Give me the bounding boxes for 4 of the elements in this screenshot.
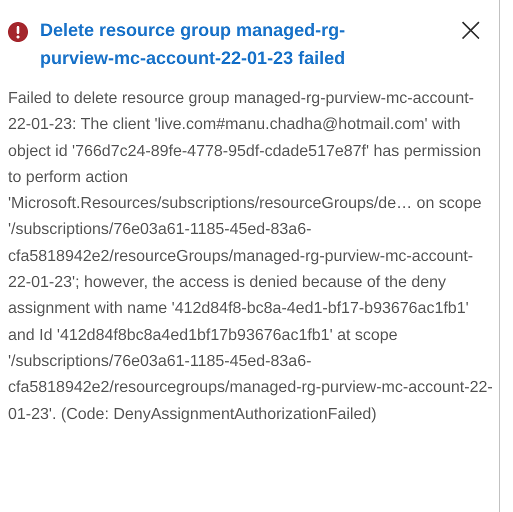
error-message: Failed to delete resource group managed-rg-purview-mc-account-22-01-23: The client 'live.com#manu.chadha@hotmail.com' with object id '766d7c24-89fe-4778-95df-cdade517e87f' has permission to perform action 'Microsoft.Resources/subscriptions/resourceGroups/de… on scope '/subscriptions/76e03a61-1185-45ed-83a6-cfa5818942e2/resourceGroups/managed-rg-purview-mc-account-22-01-23'; however, the access is denied because of the deny assignment with name '412d84f8-bc8a-4ed1-bf17-b93676ac1fb1' and Id '412d84f8bc8a4ed1bf17b93676ac1fb1' at scope '/subscriptions/76e03a61-1185-45ed-83a6-cfa5818942e2/resourcegroups/managed-rg-purview-mc-account-22-01-23'. (Code: DenyAssignmentAuthorizationFailed)	[8, 89, 494, 425]
close-button[interactable]: ×	[452, 16, 489, 44]
notification-title[interactable]: Delete resource group managed-rg-purview-mc-account-22-01-23 failed	[40, 16, 410, 72]
error-icon	[8, 22, 28, 42]
